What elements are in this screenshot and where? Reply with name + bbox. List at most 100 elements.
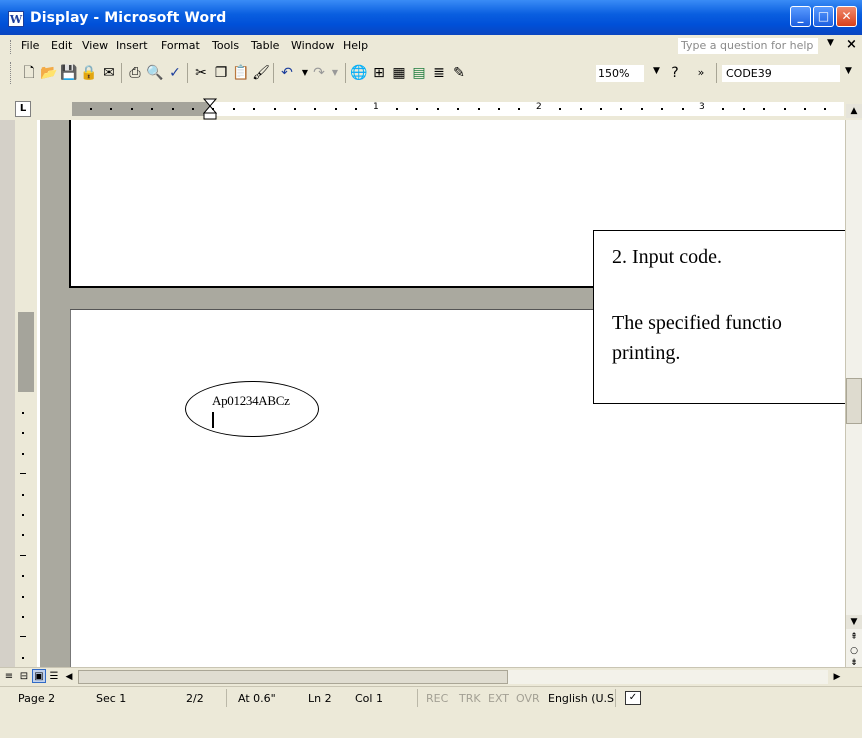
window-title: Display - Microsoft Word	[30, 10, 227, 26]
status-line[interactable]: Ln 2	[308, 692, 332, 705]
spelling-status-icon[interactable]: ✓	[625, 691, 641, 705]
ruler-tick	[90, 108, 92, 110]
status-section[interactable]: Sec 1	[96, 692, 126, 705]
ruler-tick	[232, 108, 235, 110]
paste-icon[interactable]: 📋	[232, 64, 250, 82]
scroll-left-button[interactable]: ◀	[62, 670, 76, 684]
horizontal-scroll-track[interactable]	[508, 670, 828, 684]
print-layout-view-icon[interactable]: ▣	[32, 669, 46, 683]
scroll-up-button[interactable]: ▲	[846, 104, 862, 118]
zoom-dropdown-icon[interactable]: ▼	[653, 66, 660, 76]
undo-icon[interactable]: ↶	[278, 64, 296, 82]
drawing-icon[interactable]: ✎	[450, 64, 468, 82]
ruler-tick	[804, 108, 806, 110]
menu-help[interactable]: Help	[343, 39, 368, 52]
ruler-tick	[640, 108, 643, 110]
ruler-tick	[518, 108, 521, 110]
insert-table-icon[interactable]: ▦	[390, 64, 408, 82]
ruler-tick	[253, 108, 256, 110]
vertical-ruler-tick	[22, 514, 24, 516]
tab-selector-button[interactable]: L	[15, 101, 31, 117]
zoom-select[interactable]: 150%	[596, 65, 644, 82]
vertical-ruler[interactable]	[15, 120, 37, 667]
toolbar-separator	[345, 63, 346, 83]
vertical-ruler-tick	[20, 554, 26, 556]
cut-icon[interactable]: ✂	[192, 64, 210, 82]
tables-borders-icon[interactable]: ⊞	[370, 64, 388, 82]
status-position[interactable]: At 0.6"	[238, 692, 276, 705]
web-layout-view-icon[interactable]: ⊟	[17, 669, 31, 683]
ruler-tick	[498, 108, 500, 110]
close-document-button[interactable]: ×	[846, 37, 857, 52]
ruler-tick	[661, 108, 664, 110]
menu-grip[interactable]	[10, 40, 14, 54]
new-icon[interactable]: 🗋	[20, 64, 38, 82]
word-app-icon[interactable]: W	[8, 11, 24, 27]
status-trk[interactable]: TRK	[459, 692, 481, 705]
ruler-number: 2	[536, 102, 542, 112]
permission-icon[interactable]: 🔒	[80, 64, 98, 82]
normal-view-icon[interactable]: ≡	[2, 669, 16, 683]
menu-window[interactable]: Window	[291, 39, 334, 52]
status-column[interactable]: Col 1	[355, 692, 383, 705]
print-icon[interactable]: ⎙	[126, 64, 144, 82]
vertical-scroll-thumb[interactable]	[846, 378, 862, 424]
menu-file[interactable]: File	[21, 39, 39, 52]
insert-excel-icon[interactable]: ▤	[410, 64, 428, 82]
vertical-ruler-tick	[22, 452, 24, 455]
menu-tools[interactable]: Tools	[212, 39, 239, 52]
help-icon[interactable]: ?	[666, 64, 684, 82]
font-select[interactable]: CODE39	[722, 65, 840, 82]
ruler-left-margin[interactable]	[72, 102, 210, 116]
status-ovr[interactable]: OVR	[516, 692, 540, 705]
menu-table[interactable]: Table	[251, 39, 279, 52]
format-painter-icon[interactable]: 🖌	[252, 64, 270, 82]
ruler-tick	[579, 108, 582, 110]
ask-question-input[interactable]: Type a question for help	[678, 38, 818, 54]
spelling-icon[interactable]: ✓	[166, 64, 184, 82]
indent-marker-icon[interactable]	[203, 98, 217, 120]
outline-view-icon[interactable]: ☰	[47, 669, 61, 683]
vertical-ruler-tick	[22, 412, 24, 414]
menu-format[interactable]: Format	[161, 39, 200, 52]
toolbar-options-chevron-icon[interactable]: »	[692, 64, 710, 82]
horizontal-ruler[interactable]	[210, 102, 844, 116]
callout-text-line: The specified functio	[612, 312, 782, 334]
vertical-ruler-tick	[22, 534, 24, 537]
status-rec[interactable]: REC	[426, 692, 448, 705]
ruler-tick	[457, 108, 460, 110]
open-icon[interactable]: 📂	[40, 64, 58, 82]
redo-dropdown-icon[interactable]: ▼	[326, 64, 344, 82]
copy-icon[interactable]: ❐	[212, 64, 230, 82]
status-ext[interactable]: EXT	[488, 692, 509, 705]
toolbar-grip[interactable]	[10, 62, 14, 84]
menu-view[interactable]: View	[82, 39, 108, 52]
scroll-down-button[interactable]: ▼	[846, 615, 862, 629]
scroll-right-button[interactable]: ▶	[830, 670, 844, 684]
horizontal-scroll-thumb[interactable]	[78, 670, 508, 684]
previous-page-icon[interactable]: ⇞	[846, 631, 862, 643]
save-icon[interactable]: 💾	[60, 64, 78, 82]
callout-heading: 2. Input code.	[612, 246, 722, 268]
vertical-ruler-margin	[18, 312, 34, 392]
ruler-tick	[681, 108, 684, 110]
status-page[interactable]: Page 2	[18, 692, 55, 705]
ask-dropdown-icon[interactable]: ▼	[827, 38, 834, 48]
columns-icon[interactable]: ≣	[430, 64, 448, 82]
minimize-button[interactable]: _	[790, 6, 811, 27]
status-page-count[interactable]: 2/2	[186, 692, 204, 705]
ruler-tick	[334, 108, 337, 110]
hyperlink-icon[interactable]: 🌐	[350, 64, 368, 82]
ruler-number: 3	[699, 102, 705, 112]
select-browse-object-icon[interactable]: ○	[846, 645, 862, 657]
status-language[interactable]: English (U.S	[548, 692, 614, 705]
email-icon[interactable]: ✉	[100, 64, 118, 82]
maximize-button[interactable]: □	[813, 6, 834, 27]
print-preview-icon[interactable]: 🔍	[146, 64, 164, 82]
ruler-tick	[396, 108, 398, 110]
font-dropdown-icon[interactable]: ▼	[845, 66, 852, 76]
menu-insert[interactable]: Insert	[116, 39, 148, 52]
close-button[interactable]: ✕	[836, 6, 857, 27]
menu-edit[interactable]: Edit	[51, 39, 72, 52]
barcode-text[interactable]: Ap01234ABCz	[212, 393, 290, 409]
